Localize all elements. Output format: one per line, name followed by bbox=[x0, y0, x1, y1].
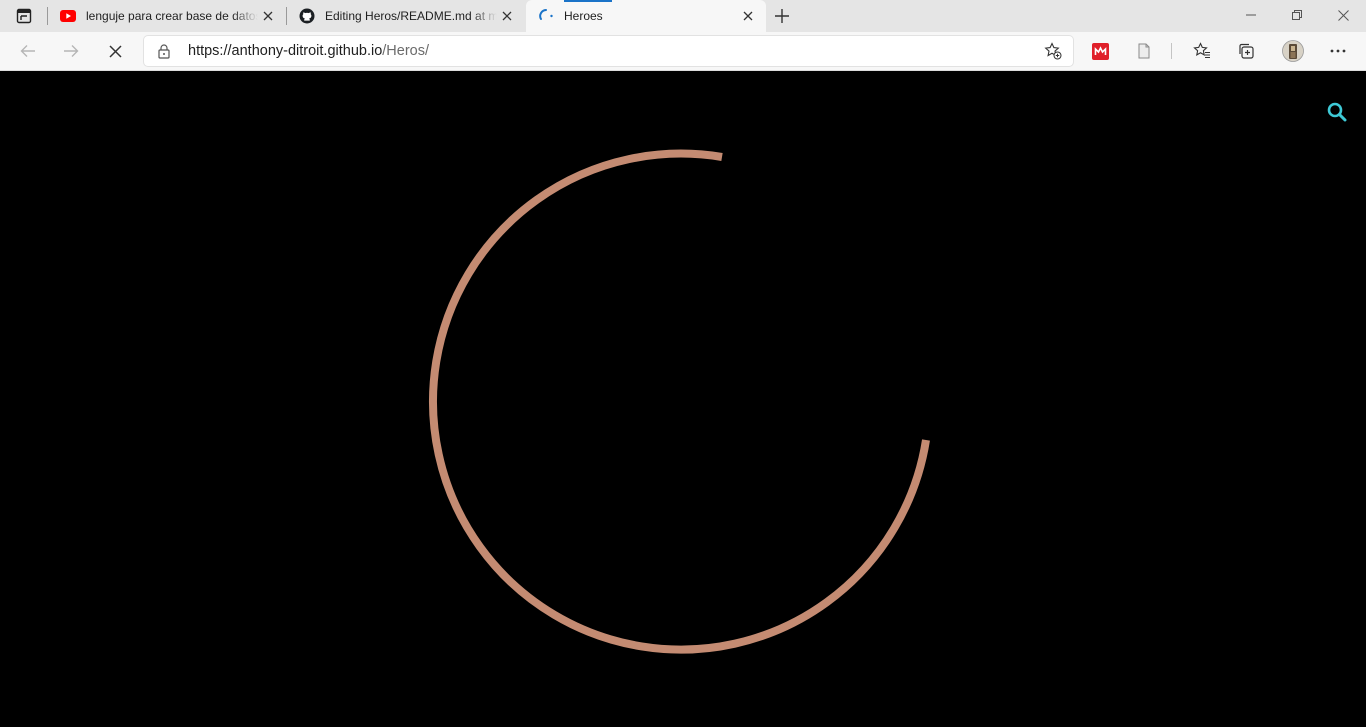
arrow-left-icon bbox=[20, 45, 35, 57]
favorites-button[interactable] bbox=[1187, 36, 1217, 66]
close-tab-icon[interactable] bbox=[497, 6, 517, 26]
tab-title: Editing Heros/README.md at main bbox=[325, 9, 497, 23]
tab-youtube[interactable]: lenguje para crear base de datos bbox=[48, 0, 286, 32]
add-favorite-button[interactable] bbox=[1043, 41, 1063, 61]
profile-button[interactable] bbox=[1278, 36, 1308, 66]
stop-loading-button[interactable] bbox=[100, 36, 130, 66]
search-button[interactable] bbox=[1326, 101, 1348, 123]
new-tab-button[interactable] bbox=[770, 4, 794, 28]
tab-title: lenguje para crear base de datos bbox=[86, 9, 258, 23]
favorites-icon bbox=[1193, 42, 1210, 59]
collections-button[interactable] bbox=[1231, 36, 1261, 66]
restore-icon bbox=[1292, 10, 1302, 20]
tab-heroes[interactable]: Heroes bbox=[526, 0, 766, 32]
loading-spinner bbox=[428, 149, 930, 654]
close-tab-icon[interactable] bbox=[738, 6, 758, 26]
star-add-icon bbox=[1044, 42, 1062, 60]
search-icon bbox=[1327, 102, 1347, 122]
lock-icon bbox=[158, 44, 170, 59]
tab-actions-icon bbox=[16, 8, 32, 24]
avatar bbox=[1282, 40, 1304, 62]
page-content bbox=[0, 71, 1366, 727]
tab-loading-indicator bbox=[564, 0, 612, 2]
arrow-right-icon bbox=[64, 45, 79, 57]
toolbar-divider bbox=[1171, 43, 1172, 59]
tab-title: Heroes bbox=[564, 9, 603, 23]
forward-button[interactable] bbox=[56, 36, 86, 66]
tab-github[interactable]: Editing Heros/README.md at main bbox=[287, 0, 525, 32]
url-text: https://anthony-ditroit.github.io/Heros/ bbox=[188, 43, 429, 59]
plus-icon bbox=[775, 9, 789, 23]
collections-icon bbox=[1239, 43, 1254, 59]
loading-spinner-icon bbox=[538, 8, 554, 24]
reading-view-button[interactable] bbox=[1129, 36, 1159, 66]
tab-actions-menu-button[interactable] bbox=[10, 6, 38, 26]
url-host: anthony-ditroit.github.io bbox=[231, 43, 383, 59]
github-icon bbox=[299, 8, 315, 24]
more-dots-icon bbox=[1330, 49, 1346, 53]
minimize-icon bbox=[1246, 14, 1256, 16]
close-tab-icon[interactable] bbox=[258, 6, 278, 26]
close-icon bbox=[1337, 9, 1349, 21]
url-path: /Heros/ bbox=[382, 43, 430, 59]
tab-strip: lenguje para crear base de datos Editing… bbox=[0, 0, 1366, 32]
close-window-button[interactable] bbox=[1320, 0, 1366, 30]
stop-icon bbox=[108, 44, 122, 58]
restore-button[interactable] bbox=[1274, 0, 1320, 30]
youtube-icon bbox=[60, 8, 76, 24]
browser-toolbar: https://anthony-ditroit.github.io/Heros/ bbox=[0, 32, 1366, 71]
extension-red-icon bbox=[1091, 42, 1109, 60]
minimize-button[interactable] bbox=[1228, 0, 1274, 30]
loading-spinner-arc bbox=[428, 149, 930, 654]
extension-button[interactable] bbox=[1085, 36, 1115, 66]
address-bar[interactable]: https://anthony-ditroit.github.io/Heros/ bbox=[144, 36, 1073, 66]
back-button[interactable] bbox=[13, 36, 43, 66]
document-icon bbox=[1138, 43, 1150, 59]
settings-more-button[interactable] bbox=[1323, 36, 1353, 66]
url-scheme: https:// bbox=[188, 43, 232, 59]
